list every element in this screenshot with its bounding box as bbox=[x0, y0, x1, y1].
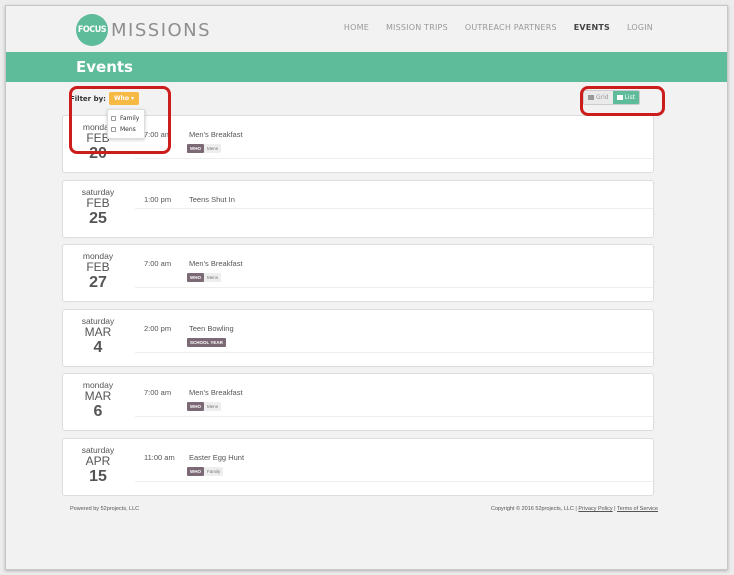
event-day: 27 bbox=[89, 274, 107, 291]
event-day: 25 bbox=[89, 210, 107, 227]
event-name[interactable]: Men's Breakfast bbox=[189, 130, 243, 139]
privacy-policy-link[interactable]: Privacy Policy bbox=[578, 506, 612, 512]
event-month: MAR bbox=[84, 325, 112, 339]
event-name[interactable]: Easter Egg Hunt bbox=[189, 453, 244, 462]
divider bbox=[135, 352, 653, 353]
divider bbox=[135, 287, 653, 288]
event-date: saturday MAR 4 bbox=[63, 316, 133, 356]
event-name[interactable]: Teens Shut In bbox=[189, 195, 235, 204]
terms-of-service-link[interactable]: Terms of Service bbox=[617, 506, 658, 512]
page-title: Events bbox=[76, 58, 133, 76]
event-month: APR bbox=[85, 454, 111, 468]
nav-mission-trips[interactable]: MISSION TRIPS bbox=[386, 23, 448, 32]
event-time: 7:00 am bbox=[144, 388, 172, 397]
divider bbox=[135, 481, 653, 482]
highlight-view-toggle-box bbox=[580, 86, 665, 116]
copyright-text: Copyright © 2016 52projects, LLC | bbox=[490, 506, 577, 512]
event-date: monday MAR 6 bbox=[63, 380, 133, 420]
event-day: 4 bbox=[93, 339, 103, 356]
tag-value: Family bbox=[204, 467, 224, 476]
event-tags: WHO Family bbox=[187, 467, 224, 476]
tag-value: Mens bbox=[204, 144, 222, 153]
event-name[interactable]: Men's Breakfast bbox=[189, 259, 243, 268]
logo-text: MISSIONS bbox=[111, 19, 212, 41]
footer-copyright: Copyright © 2016 52projects, LLC | Priva… bbox=[491, 506, 658, 512]
event-card[interactable]: saturday MAR 4 2:00 pm Teen Bowling SCHO… bbox=[62, 309, 654, 367]
nav-outreach-partners[interactable]: OUTREACH PARTNERS bbox=[465, 23, 557, 32]
event-month: FEB bbox=[86, 260, 110, 274]
event-time: 7:00 am bbox=[144, 259, 172, 268]
event-name[interactable]: Men's Breakfast bbox=[189, 388, 243, 397]
divider bbox=[135, 158, 653, 159]
nav-login[interactable]: LOGIN bbox=[627, 23, 653, 32]
event-date: saturday FEB 25 bbox=[63, 187, 133, 227]
footer-divider: | bbox=[614, 506, 616, 512]
page-banner: Events bbox=[6, 52, 727, 82]
event-date: monday FEB 27 bbox=[63, 251, 133, 291]
footer-powered-by: Powered by 52projects, LLC bbox=[70, 506, 140, 512]
top-navbar: FOCUS MISSIONS HOME MISSION TRIPS OUTREA… bbox=[6, 6, 727, 52]
event-card[interactable]: saturday APR 15 11:00 am Easter Egg Hunt… bbox=[62, 438, 654, 496]
nav-home[interactable]: HOME bbox=[344, 23, 369, 32]
logo-mark: FOCUS bbox=[76, 14, 108, 46]
event-name[interactable]: Teen Bowling bbox=[189, 324, 234, 333]
tag-value: Mens bbox=[204, 273, 222, 282]
event-card[interactable]: monday FEB 27 7:00 am Men's Breakfast WH… bbox=[62, 244, 654, 302]
divider bbox=[135, 416, 653, 417]
event-month: FEB bbox=[86, 196, 110, 210]
event-date: saturday APR 15 bbox=[63, 445, 133, 485]
event-time: 11:00 am bbox=[144, 453, 175, 462]
event-tags: WHO Mens bbox=[187, 273, 222, 282]
event-time: 1:00 pm bbox=[144, 195, 172, 204]
event-tags: WHO Mens bbox=[187, 402, 222, 411]
event-time: 2:00 pm bbox=[144, 324, 172, 333]
event-tags: SCHOOL YEAR bbox=[187, 338, 226, 347]
event-card[interactable]: monday MAR 6 7:00 am Men's Breakfast WHO… bbox=[62, 373, 654, 431]
tag-key: WHO bbox=[187, 144, 204, 153]
logo[interactable]: FOCUS MISSIONS bbox=[76, 14, 211, 46]
highlight-filter-box bbox=[69, 86, 171, 154]
event-tags: WHO Mens bbox=[187, 144, 222, 153]
event-card[interactable]: saturday FEB 25 1:00 pm Teens Shut In bbox=[62, 180, 654, 238]
nav-events[interactable]: EVENTS bbox=[574, 23, 610, 32]
event-day: 15 bbox=[89, 468, 107, 485]
tag-key: WHO bbox=[187, 467, 204, 476]
main-nav: HOME MISSION TRIPS OUTREACH PARTNERS EVE… bbox=[344, 23, 653, 32]
tag-key: WHO bbox=[187, 273, 204, 282]
tag-value: Mens bbox=[204, 402, 222, 411]
event-day: 6 bbox=[93, 403, 103, 420]
divider bbox=[135, 208, 653, 209]
tag-key: WHO bbox=[187, 402, 204, 411]
tag-key: SCHOOL YEAR bbox=[187, 338, 226, 347]
event-month: MAR bbox=[84, 389, 112, 403]
